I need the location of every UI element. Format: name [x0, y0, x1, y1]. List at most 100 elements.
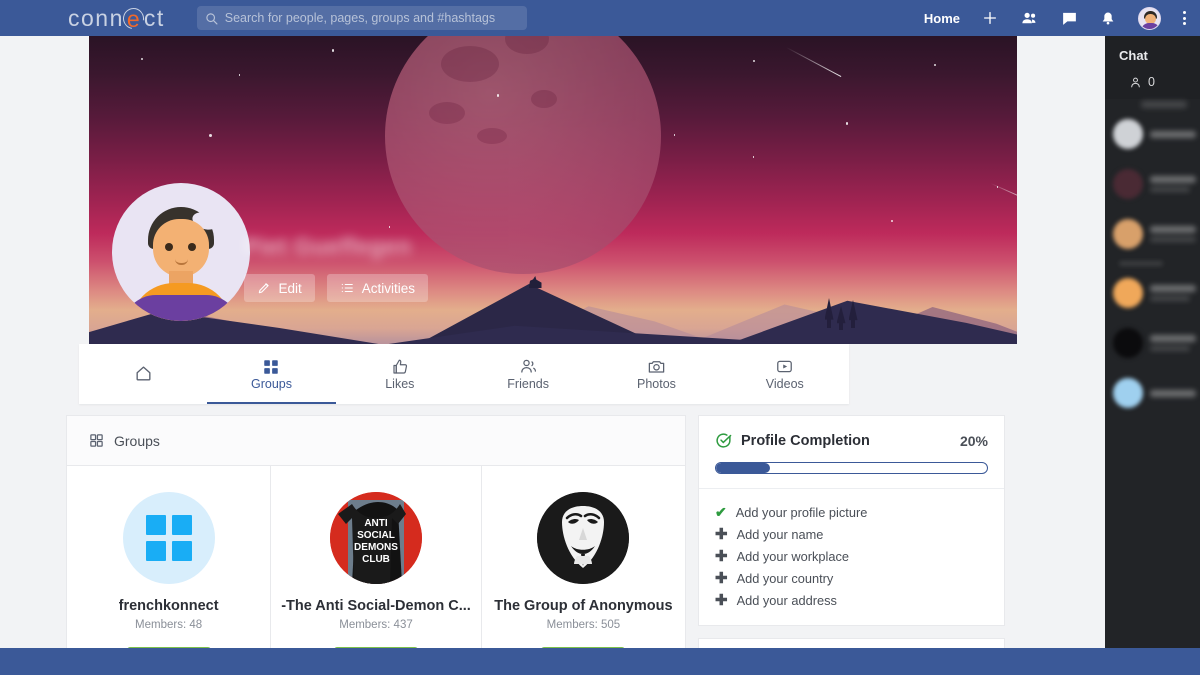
tab-likes-label: Likes — [385, 376, 415, 391]
friends-icon[interactable] — [1020, 9, 1039, 28]
person-icon — [1129, 76, 1142, 89]
plus-icon: ✚ — [715, 569, 728, 587]
tab-home[interactable] — [79, 344, 207, 404]
chat-title: Chat — [1119, 48, 1148, 63]
group-avatar-frenchkonnect[interactable] — [122, 492, 215, 584]
logo-text-e: e — [126, 6, 142, 32]
completion-item[interactable]: ✚ Add your country — [715, 567, 988, 589]
completion-item[interactable]: ✚ Add your workplace — [715, 545, 988, 567]
tab-likes[interactable]: Likes — [336, 344, 464, 404]
logo-text-pre: conn — [68, 4, 124, 31]
completion-item[interactable]: ✚ Add your address — [715, 589, 988, 611]
app-logo[interactable]: conn e ct — [68, 3, 165, 34]
completion-item-label: Add your name — [736, 526, 824, 542]
thumbs-up-icon — [391, 358, 409, 376]
profile-completion-header: Profile Completion 20% — [699, 416, 1004, 449]
grid-icon — [145, 515, 192, 561]
group-card[interactable]: ANTI SOCIAL DEMONS CLUB -The Anti Social… — [271, 466, 482, 648]
chat-contact-row[interactable] — [1105, 318, 1200, 368]
list-icon — [340, 281, 354, 295]
chat-online-count-value: 0 — [1148, 75, 1155, 89]
groups-card-title: Groups — [114, 432, 160, 449]
tab-groups[interactable]: Groups — [207, 344, 336, 404]
cover-photo[interactable]: Piet Gueffegen Edit Activities — [88, 36, 1017, 344]
completion-item[interactable]: ✚ Add your name — [715, 523, 988, 545]
completion-item-label: Add your country — [736, 570, 834, 586]
chat-contact-row[interactable] — [1105, 368, 1200, 418]
tab-friends-label: Friends — [507, 377, 549, 392]
home-icon — [134, 364, 153, 383]
profile-avatar[interactable] — [111, 183, 250, 321]
search-icon — [205, 12, 218, 25]
post-search-input[interactable]: Search for posts — [698, 638, 1005, 648]
chat-sidebar: Chat 0 — [1105, 36, 1200, 648]
nav-add-button[interactable] — [982, 10, 998, 26]
chat-contact-row[interactable] — [1105, 209, 1200, 259]
svg-text:ANTI: ANTI — [364, 518, 388, 529]
group-avatar-the-group-of-anonymous[interactable] — [537, 492, 630, 584]
completion-item-label: Add your workplace — [736, 548, 849, 564]
profile-completion-items: ✔ Add your profile picture ✚ Add your na… — [699, 488, 1004, 625]
notifications-icon[interactable] — [1100, 10, 1116, 27]
footer-bar — [0, 648, 1200, 675]
tab-photos[interactable]: Photos — [592, 344, 720, 404]
profile-completion-progress-bar — [715, 462, 988, 474]
completion-item-label: Add your profile picture — [735, 504, 868, 520]
friends-icon — [519, 357, 538, 376]
edit-profile-button[interactable]: Edit — [243, 274, 315, 302]
activities-label: Activities — [361, 280, 416, 296]
camera-icon — [647, 357, 666, 376]
profile-completion-card: Profile Completion 20% ✔ Add your profil… — [698, 415, 1005, 626]
svg-text:CLUB: CLUB — [362, 554, 390, 565]
completion-item-label: Add your address — [736, 592, 837, 608]
pencil-icon — [257, 281, 271, 295]
profile-completion-progress-fill — [716, 463, 771, 473]
svg-text:SOCIAL: SOCIAL — [357, 530, 395, 541]
main-content: Groups frenchkonnect Members: 48 ANTI SO… — [0, 415, 1105, 648]
global-search-placeholder: Search for people, pages, groups and #ha… — [224, 11, 496, 25]
sidebar-column: Profile Completion 20% ✔ Add your profil… — [698, 415, 1005, 648]
edit-profile-label: Edit — [278, 280, 302, 296]
svg-text:DEMONS: DEMONS — [354, 542, 398, 553]
check-icon: ✔ — [715, 503, 727, 520]
chat-contact-row[interactable] — [1105, 109, 1200, 159]
tab-friends[interactable]: Friends — [464, 344, 592, 404]
chat-contact-row[interactable] — [1105, 268, 1200, 318]
groups-card: Groups frenchkonnect Members: 48 ANTI SO… — [66, 415, 686, 648]
avatar[interactable] — [1138, 6, 1161, 30]
cover-action-buttons: Edit Activities — [243, 274, 429, 302]
video-icon — [775, 357, 794, 376]
completion-item[interactable]: ✔ Add your profile picture — [715, 501, 988, 523]
top-navigation-bar: conn e ct Search for people, pages, groups… — [0, 0, 1200, 36]
more-options-icon[interactable] — [1183, 11, 1186, 25]
group-member-count: Members: 437 — [339, 619, 413, 631]
activities-button[interactable]: Activities — [326, 274, 429, 302]
grid-icon — [89, 433, 104, 448]
group-name: frenchkonnect — [118, 598, 219, 614]
chat-header: Chat — [1105, 36, 1200, 63]
group-card[interactable]: The Group of Anonymous Members: 505 Join… — [482, 466, 685, 648]
page-body: Piet Gueffegen Edit Activities Groups Li… — [0, 36, 1105, 648]
profile-tab-bar: Groups Likes Friends Photos Videos — [79, 344, 849, 404]
group-name: The Group of Anonymous — [494, 598, 673, 614]
global-search-input[interactable]: Search for people, pages, groups and #ha… — [196, 6, 527, 30]
groups-grid: frenchkonnect Members: 48 Joined — [67, 466, 685, 648]
plus-icon: ✚ — [715, 525, 728, 543]
nav-actions: Home — [924, 6, 1186, 30]
tab-videos[interactable]: Videos — [721, 344, 849, 404]
groups-column: Groups frenchkonnect Members: 48 ANTI SO… — [66, 415, 686, 648]
group-card[interactable]: frenchkonnect Members: 48 Joined — [67, 466, 272, 648]
group-member-count: Members: 505 — [546, 619, 621, 631]
logo-text-post: ct — [143, 4, 165, 31]
tab-photos-label: Photos — [637, 377, 676, 392]
messages-icon[interactable] — [1061, 10, 1078, 27]
group-member-count: Members: 48 — [135, 619, 203, 631]
grid-icon — [262, 358, 280, 376]
chat-online-count: 0 — [1105, 75, 1200, 89]
chat-contact-row[interactable] — [1105, 159, 1200, 209]
group-avatar-anti-social-demons-club[interactable]: ANTI SOCIAL DEMONS CLUB — [330, 492, 422, 584]
check-circle-icon — [715, 432, 732, 449]
profile-completion-title: Profile Completion — [741, 432, 870, 449]
chat-contact-list[interactable] — [1105, 99, 1200, 648]
nav-home-link[interactable]: Home — [924, 11, 960, 26]
